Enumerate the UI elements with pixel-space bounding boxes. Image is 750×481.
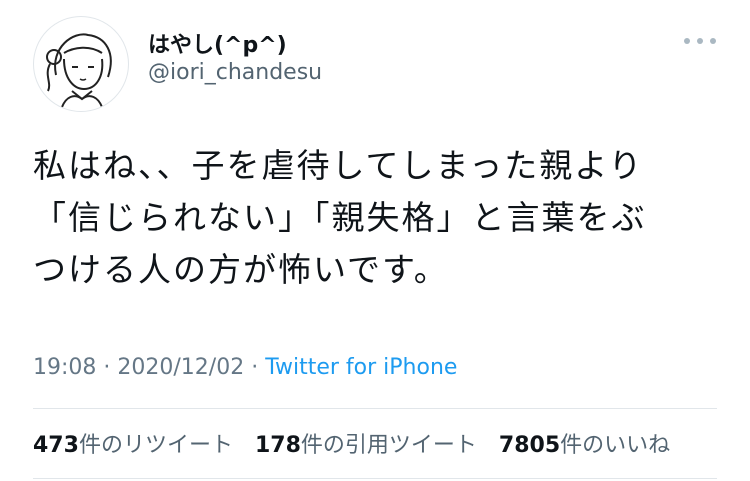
meta-separator: · <box>244 355 266 380</box>
meta-separator: · <box>96 355 118 380</box>
user-handle[interactable]: @iori_chandesu <box>148 60 322 85</box>
quotes-label: 件の引用ツイート <box>300 433 477 458</box>
tweet-stats: 473件のリツイート 178件の引用ツイート 7805件のいいね <box>33 427 692 459</box>
illustrated-girl-avatar-icon <box>46 33 112 108</box>
quotes-stat[interactable]: 178件の引用ツイート <box>255 427 477 459</box>
more-options-icon[interactable] <box>684 36 716 46</box>
tweet-source-link[interactable]: Twitter for iPhone <box>265 355 457 380</box>
tweet-meta: 19:08 · 2020/12/02 · Twitter for iPhone <box>33 355 457 380</box>
more-dot <box>697 38 703 44</box>
more-dot <box>710 38 716 44</box>
quotes-count: 178 <box>254 433 301 458</box>
retweets-stat[interactable]: 473件のリツイート <box>33 427 233 459</box>
tweet-date[interactable]: 2020/12/02 <box>117 355 244 380</box>
more-dot <box>684 38 690 44</box>
tweet-time[interactable]: 19:08 <box>33 355 96 380</box>
likes-label: 件のいいね <box>560 433 671 458</box>
divider <box>33 408 717 409</box>
likes-stat[interactable]: 7805件のいいね <box>499 427 670 459</box>
retweets-label: 件のリツイート <box>78 433 233 458</box>
display-name[interactable]: はやし(^p^) <box>148 27 287 59</box>
tweet-text: 私はね、、子を虐待してしまった親より 「信じられない」「親失格」と言葉をぶ つけ… <box>33 146 647 289</box>
retweets-count: 473 <box>33 433 79 458</box>
avatar[interactable] <box>33 16 129 112</box>
likes-count: 7805 <box>498 433 561 458</box>
divider <box>33 478 717 479</box>
